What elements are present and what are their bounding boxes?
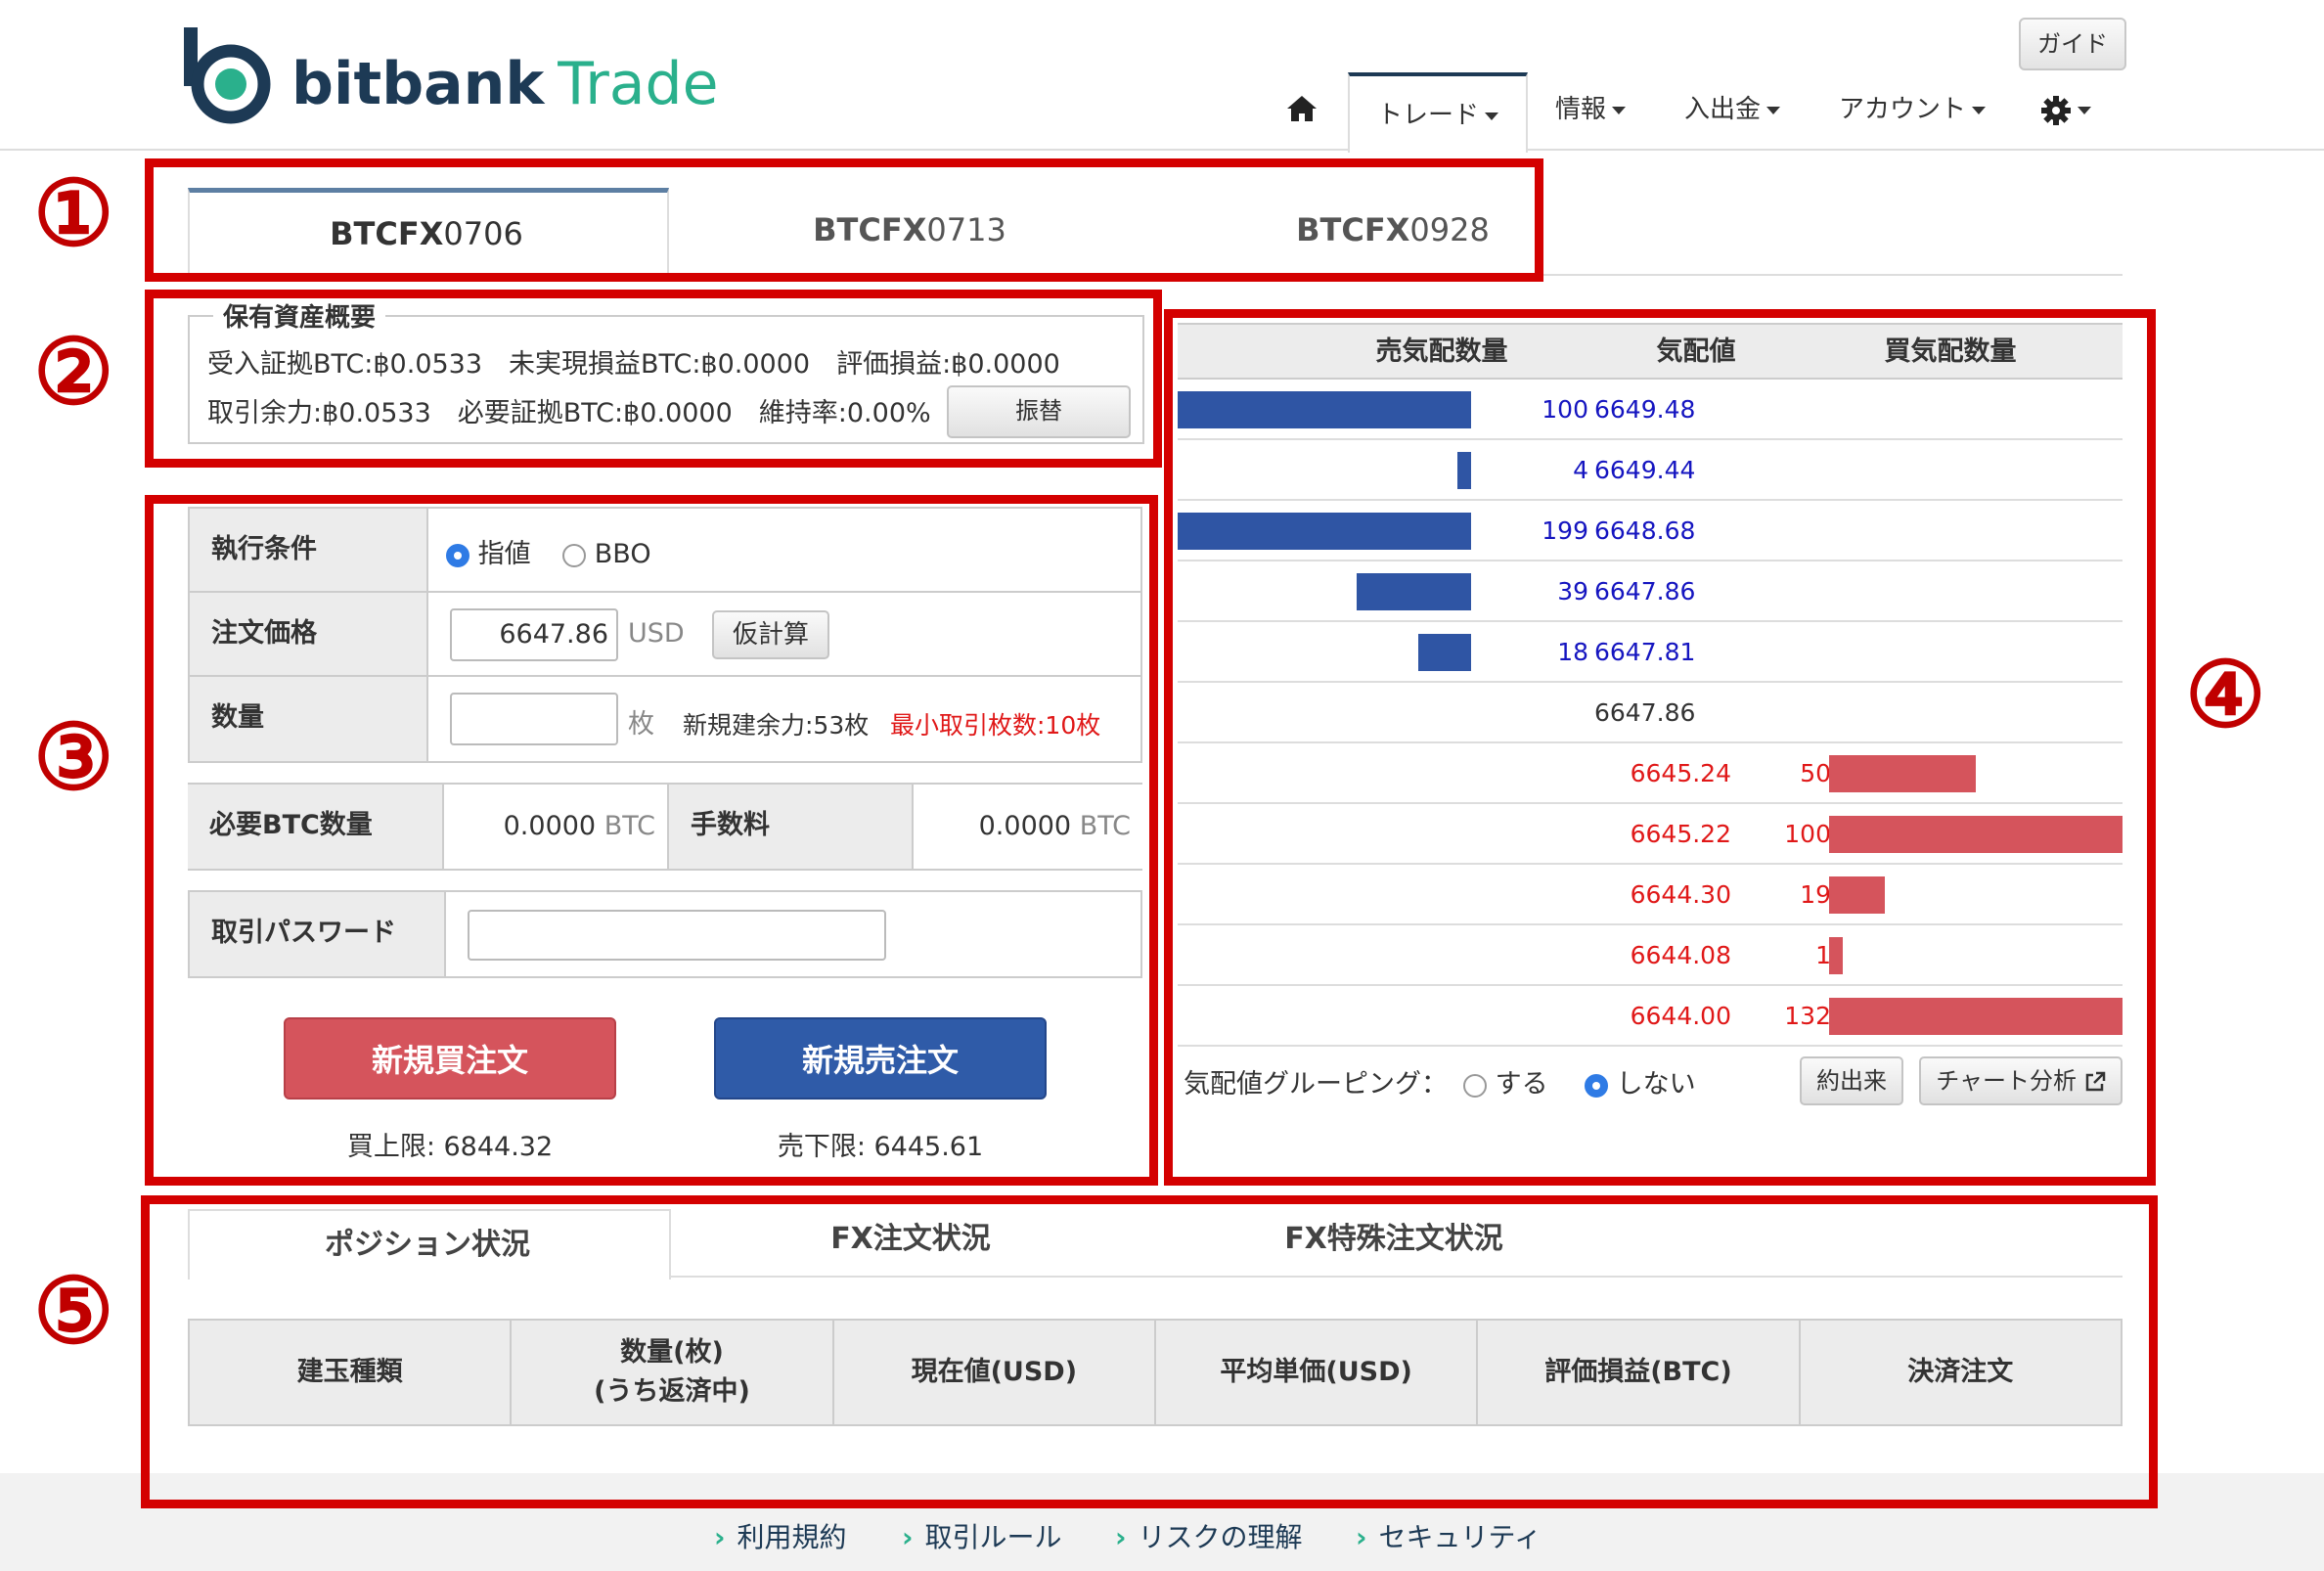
footer-link-security[interactable]: › セキュリティ bbox=[1356, 1516, 1542, 1555]
nav-settings[interactable] bbox=[2040, 88, 2091, 147]
chevron-down-icon bbox=[1972, 106, 1987, 114]
annotation-box-1 bbox=[145, 158, 1543, 282]
nav-trade-label: トレード bbox=[1376, 101, 1479, 130]
nav-deposit-label: 入出金 bbox=[1684, 95, 1762, 124]
chevron-down-icon bbox=[1766, 106, 1781, 114]
logo-word-trade: Trade bbox=[558, 50, 719, 118]
footer-link-trading-rules[interactable]: › 取引ルール bbox=[902, 1516, 1062, 1555]
annotation-number-1: ① bbox=[33, 160, 114, 266]
footer-link-label: 取引ルール bbox=[924, 1521, 1062, 1553]
annotation-box-4 bbox=[1164, 309, 2156, 1186]
nav-account[interactable]: アカウント bbox=[1839, 88, 1987, 147]
guide-button[interactable]: ガイド bbox=[2019, 18, 2126, 70]
chevron-right-icon: › bbox=[902, 1521, 914, 1553]
annotation-box-5 bbox=[141, 1195, 2158, 1508]
annotation-box-3 bbox=[145, 495, 1158, 1186]
brand-logo[interactable]: bitbank Trade bbox=[291, 45, 719, 123]
nav-account-label: アカウント bbox=[1839, 95, 1967, 124]
footer-link-label: セキュリティ bbox=[1378, 1521, 1542, 1553]
gear-icon bbox=[2041, 95, 2071, 125]
annotation-number-3: ③ bbox=[33, 704, 114, 810]
annotation-number-2: ② bbox=[33, 319, 114, 425]
annotation-number-5: ⑤ bbox=[33, 1258, 114, 1364]
chevron-right-icon: › bbox=[1356, 1521, 1367, 1553]
nav-trade[interactable]: トレード bbox=[1348, 72, 1528, 153]
chevron-down-icon bbox=[2078, 106, 2091, 114]
home-icon[interactable] bbox=[1285, 94, 1318, 123]
chevron-right-icon: › bbox=[1115, 1521, 1127, 1553]
chevron-down-icon bbox=[1612, 106, 1627, 114]
nav-info[interactable]: 情報 bbox=[1555, 88, 1627, 147]
nav-info-label: 情報 bbox=[1555, 95, 1607, 124]
annotation-number-4: ④ bbox=[2185, 642, 2266, 747]
footer-link-terms[interactable]: › 利用規約 bbox=[714, 1516, 847, 1555]
nav-deposit[interactable]: 入出金 bbox=[1684, 88, 1781, 147]
footer-link-risk[interactable]: › リスクの理解 bbox=[1115, 1516, 1303, 1555]
annotation-box-2 bbox=[145, 290, 1162, 468]
footer-link-label: 利用規約 bbox=[737, 1521, 847, 1553]
chevron-down-icon bbox=[1485, 112, 1498, 120]
footer-link-label: リスクの理解 bbox=[1138, 1521, 1303, 1553]
chevron-right-icon: › bbox=[714, 1521, 726, 1553]
bitbank-logo-icon[interactable] bbox=[184, 27, 272, 125]
logo-word-bitbank: bitbank bbox=[291, 50, 545, 118]
